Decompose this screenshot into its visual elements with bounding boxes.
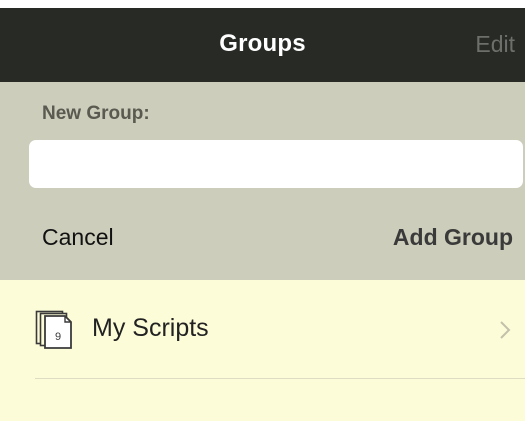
navigation-bar: Groups Edit [0, 8, 525, 82]
top-strip [0, 0, 525, 8]
nav-title: Groups [219, 30, 306, 57]
groups-screen: Groups Edit New Group: Cancel Add Group … [0, 0, 525, 421]
group-count: 9 [55, 331, 61, 343]
group-name-input[interactable] [29, 140, 523, 188]
stacked-documents-icon: 9 [35, 310, 72, 349]
row-separator [35, 378, 525, 379]
group-name: My Scripts [92, 314, 209, 342]
new-group-panel: New Group: Cancel Add Group [0, 82, 525, 280]
new-group-label: New Group: [42, 103, 150, 124]
cancel-button[interactable]: Cancel [42, 224, 114, 251]
groups-list: 9 My Scripts [0, 280, 525, 421]
group-row-my-scripts[interactable]: 9 My Scripts [0, 280, 525, 378]
add-group-button[interactable]: Add Group [393, 224, 513, 251]
chevron-right-icon [500, 321, 511, 339]
edit-button[interactable]: Edit [475, 31, 515, 58]
